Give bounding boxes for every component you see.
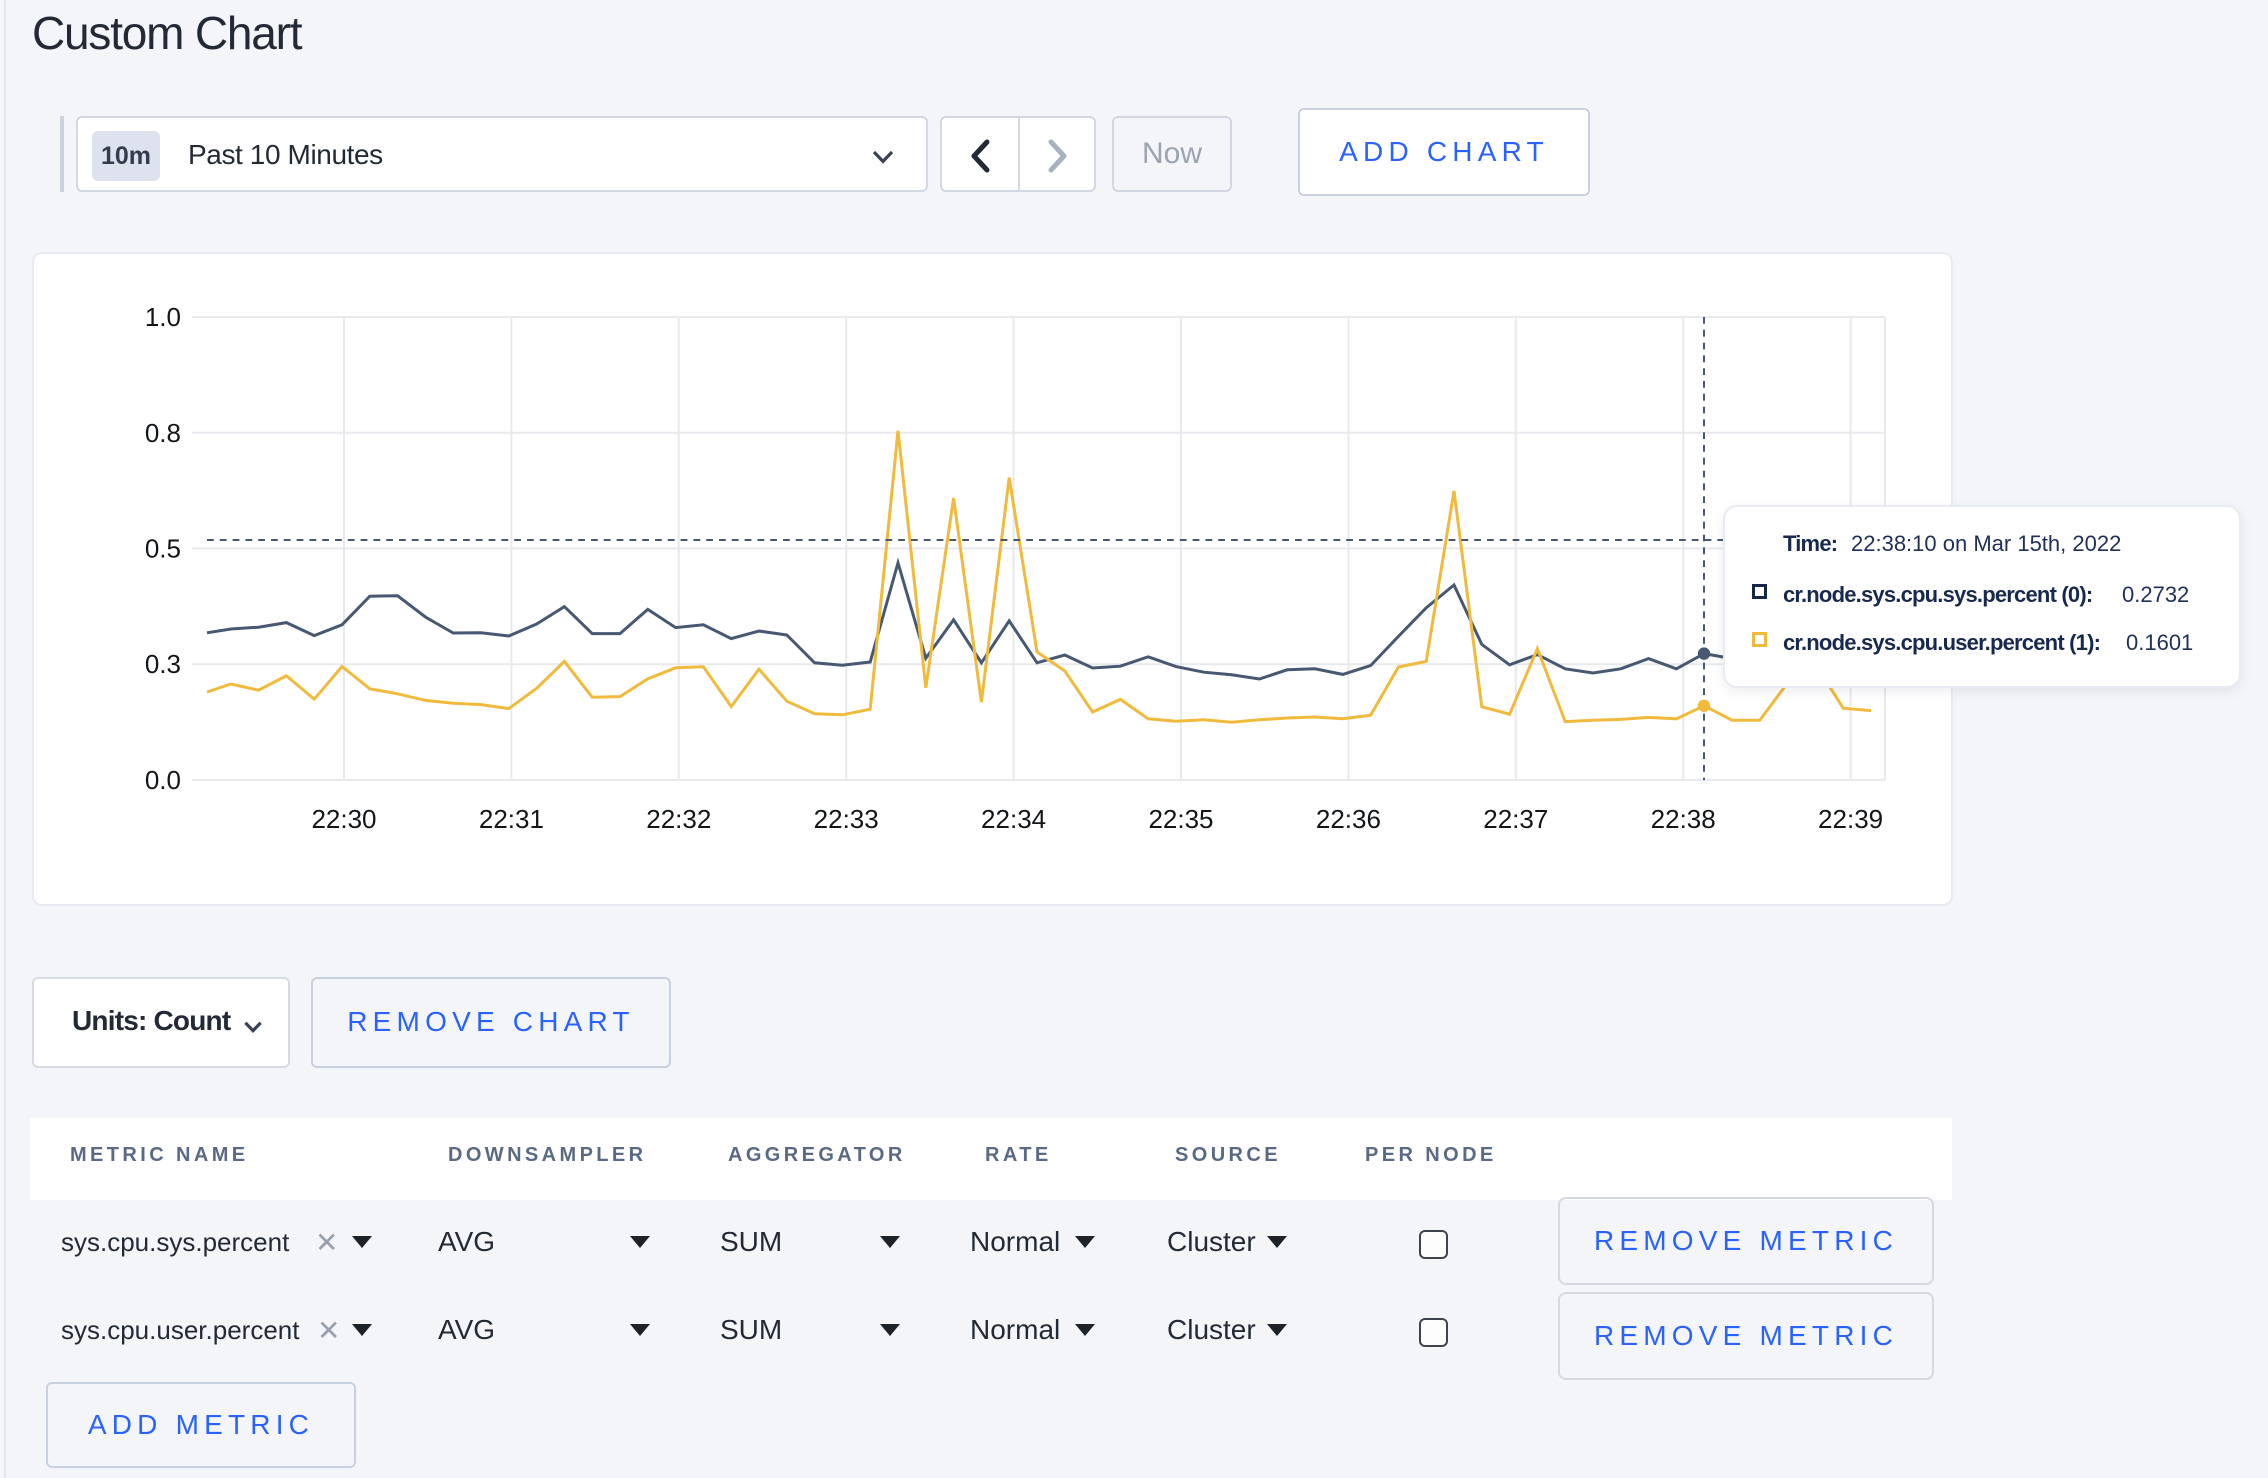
svg-text:22:38: 22:38 bbox=[1651, 804, 1716, 834]
svg-text:22:35: 22:35 bbox=[1148, 804, 1213, 834]
svg-text:1.0: 1.0 bbox=[145, 302, 181, 332]
svg-text:22:31: 22:31 bbox=[479, 804, 544, 834]
svg-text:22:39: 22:39 bbox=[1818, 804, 1883, 834]
svg-text:22:32: 22:32 bbox=[646, 804, 711, 834]
svg-text:22:33: 22:33 bbox=[814, 804, 879, 834]
svg-text:22:37: 22:37 bbox=[1483, 804, 1548, 834]
svg-text:0.8: 0.8 bbox=[145, 418, 181, 448]
svg-text:0.5: 0.5 bbox=[145, 534, 181, 564]
svg-text:22:34: 22:34 bbox=[981, 804, 1046, 834]
svg-text:22:30: 22:30 bbox=[311, 804, 376, 834]
svg-text:0.3: 0.3 bbox=[145, 649, 181, 679]
svg-text:0.0: 0.0 bbox=[145, 765, 181, 795]
svg-text:22:36: 22:36 bbox=[1316, 804, 1381, 834]
